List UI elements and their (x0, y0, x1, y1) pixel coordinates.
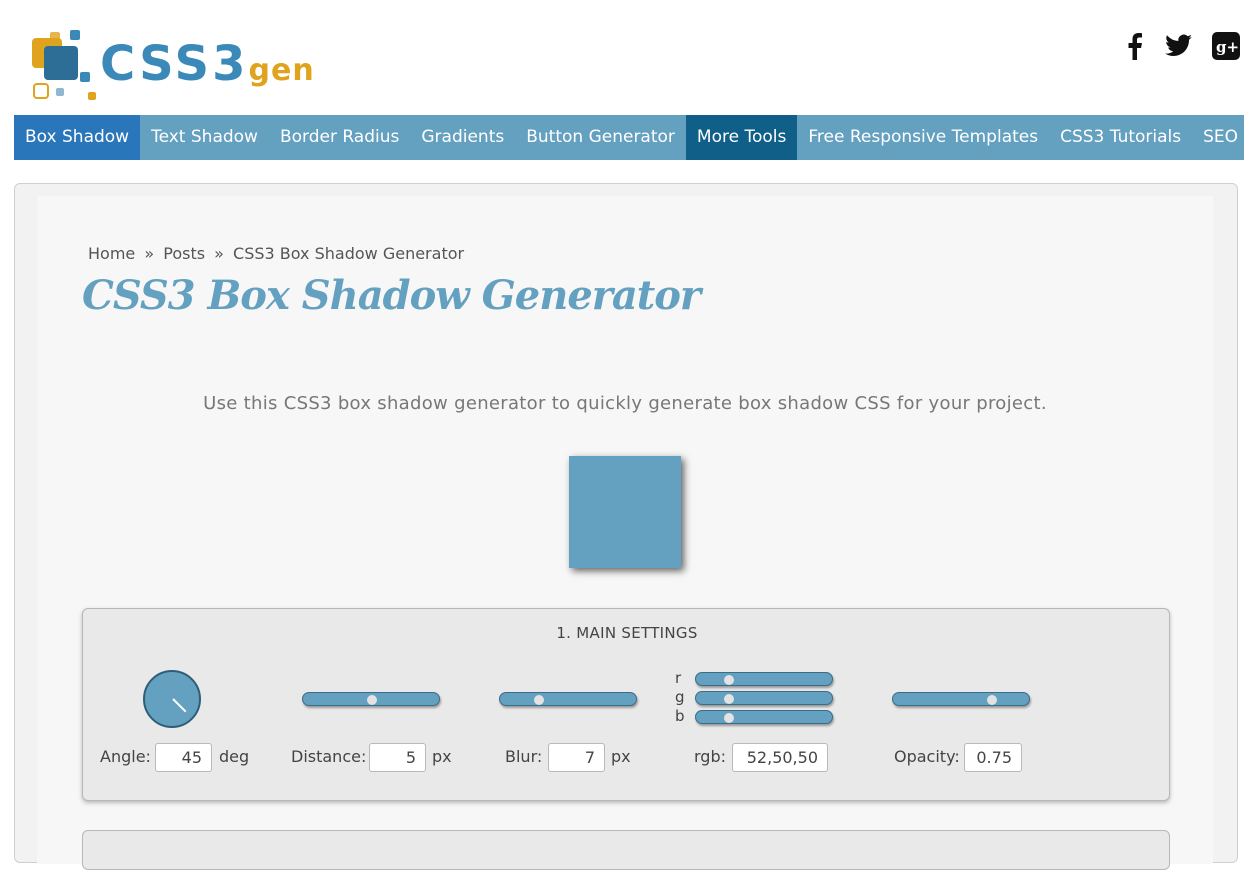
blur-slider[interactable] (499, 692, 637, 706)
knob-indicator (172, 698, 187, 713)
nav-seo[interactable]: SEO (1192, 115, 1244, 160)
breadcrumb: Home » Posts » CSS3 Box Shadow Generator (88, 244, 464, 263)
nav-border-radius[interactable]: Border Radius (269, 115, 410, 160)
facebook-icon[interactable] (1124, 30, 1144, 62)
twitter-icon[interactable] (1164, 30, 1194, 62)
site-header: CSS3gen g+ (0, 0, 1244, 115)
nav-css3-tutorials[interactable]: CSS3 Tutorials (1049, 115, 1192, 160)
opacity-input[interactable]: 0.75 (964, 743, 1022, 772)
distance-slider[interactable] (302, 692, 440, 706)
rgb-label: rgb: (694, 747, 726, 766)
opacity-label: Opacity: (894, 747, 960, 766)
angle-input[interactable]: 45 (155, 743, 212, 772)
b-label: b (675, 707, 685, 725)
nav-more-tools[interactable]: More Tools (685, 115, 798, 160)
breadcrumb-current: CSS3 Box Shadow Generator (233, 244, 465, 263)
main-nav: Box Shadow Text Shadow Border Radius Gra… (14, 115, 1244, 160)
breadcrumb-separator: » (144, 244, 155, 263)
opacity-slider[interactable] (892, 692, 1030, 706)
intro-text: Use this CSS3 box shadow generator to qu… (203, 393, 1047, 414)
angle-knob[interactable] (143, 670, 201, 728)
next-settings-panel (82, 830, 1170, 870)
nav-text-shadow[interactable]: Text Shadow (140, 115, 269, 160)
blur-input[interactable]: 7 (548, 743, 605, 772)
breadcrumb-home[interactable]: Home (88, 244, 135, 263)
distance-label: Distance: (291, 747, 367, 766)
breadcrumb-separator: » (214, 244, 224, 263)
angle-label: Angle: (100, 747, 151, 766)
nav-gradients[interactable]: Gradients (410, 115, 515, 160)
distance-input[interactable]: 5 (369, 743, 426, 772)
logo-suffix: gen (248, 53, 315, 88)
nav-box-shadow[interactable]: Box Shadow (14, 115, 141, 160)
nav-free-responsive-templates[interactable]: Free Responsive Templates (797, 115, 1049, 160)
green-slider[interactable] (695, 691, 833, 705)
r-label: r (675, 669, 682, 687)
blue-slider-thumb[interactable] (723, 713, 734, 723)
svg-text:g+: g+ (1216, 38, 1239, 56)
opacity-slider-thumb[interactable] (987, 695, 997, 705)
blue-slider[interactable] (695, 710, 833, 724)
page-title: CSS3 Box Shadow Generator (82, 272, 701, 319)
nav-button-generator[interactable]: Button Generator (515, 115, 686, 160)
shadow-preview-box (569, 456, 681, 568)
breadcrumb-posts[interactable]: Posts (163, 244, 205, 263)
rgb-input[interactable]: 52,50,50 (732, 743, 828, 772)
blur-slider-thumb[interactable] (534, 695, 544, 705)
logo-text: CSS3gen (100, 36, 315, 92)
site-logo[interactable]: CSS3gen (30, 28, 360, 106)
blur-label: Blur: (505, 747, 543, 766)
g-label: g (675, 688, 685, 706)
red-slider-thumb[interactable] (724, 675, 735, 685)
red-slider[interactable] (695, 672, 833, 686)
google-plus-icon[interactable]: g+ (1212, 30, 1240, 62)
settings-title: 1. MAIN SETTINGS (556, 624, 698, 642)
angle-unit: deg (219, 747, 250, 766)
blur-unit: px (611, 747, 631, 766)
distance-slider-thumb[interactable] (367, 695, 377, 705)
logo-mark-icon (32, 30, 96, 100)
distance-unit: px (432, 747, 452, 766)
green-slider-thumb[interactable] (723, 694, 734, 704)
